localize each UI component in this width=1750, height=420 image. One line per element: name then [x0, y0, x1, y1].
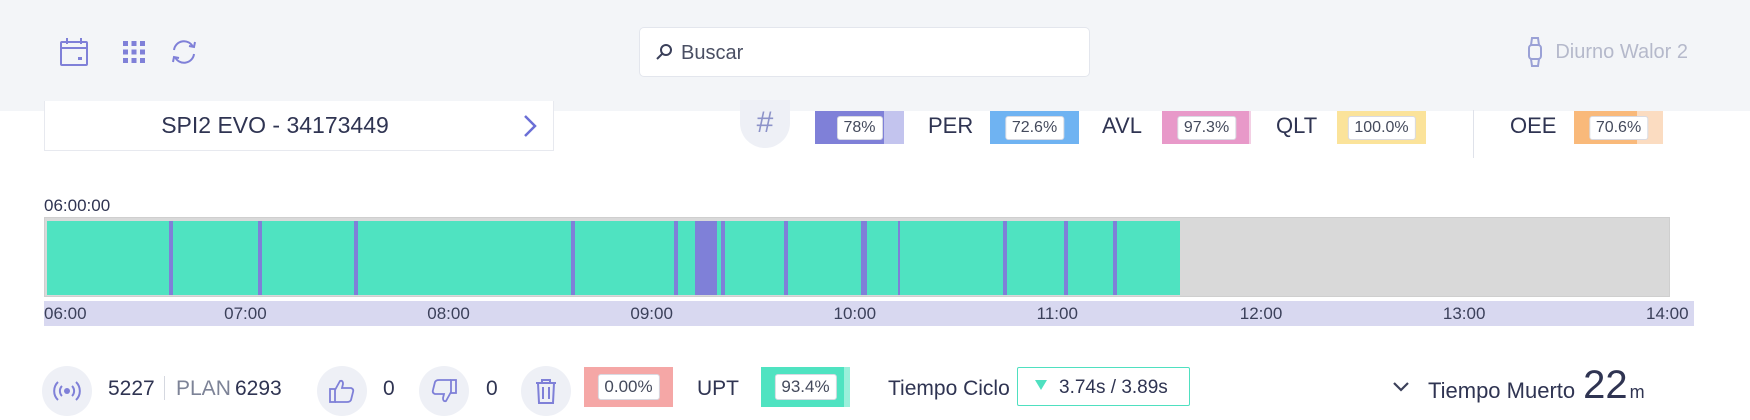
timeline-segment-run[interactable] [172, 221, 259, 295]
search-icon [656, 44, 672, 60]
upt-value: 93.4% [774, 374, 837, 400]
kpi-value: 100.0% [1347, 115, 1416, 140]
produced-count: 5227 [108, 377, 155, 400]
timeline-segment-run[interactable] [1116, 221, 1180, 295]
grid-icon[interactable] [118, 36, 150, 68]
timeline-tick-label: 11:00 [1036, 304, 1078, 323]
kpi-bar-per: 72.6% [990, 111, 1079, 144]
kpi-label-avl: AVL [1102, 113, 1142, 138]
dead-time-unit: m [1629, 382, 1645, 402]
upt-pill: 93.4% [761, 367, 850, 407]
kpi-rest [1248, 111, 1251, 144]
kpi-bar-qlt: 100.0% [1337, 111, 1426, 144]
timeline-tick-label: 12:00 [1239, 304, 1283, 323]
user-label: Diurno Walor 2 [1555, 40, 1688, 63]
refresh-icon[interactable] [168, 36, 200, 68]
kpi-value: 97.3% [1176, 115, 1237, 140]
bad-count: 0 [486, 377, 498, 400]
timeline-segment-run[interactable] [357, 221, 571, 295]
cycle-time-box: 3.74s / 3.89s [1017, 367, 1190, 406]
timeline-tick-label: 14:00 [1646, 304, 1689, 323]
kpi-label-oee: OEE [1510, 113, 1557, 138]
scrap-pill: 0.00% [584, 367, 673, 407]
timeline-track[interactable] [44, 217, 1670, 297]
cycle-time-label: Tiempo Ciclo [888, 377, 1010, 400]
user-menu[interactable]: Diurno Walor 2 [1527, 36, 1688, 68]
timeline-tick-label: 10:00 [833, 304, 877, 323]
timeline-segment-stop[interactable] [694, 221, 717, 295]
chevron-right-icon[interactable] [517, 113, 541, 139]
watch-icon [1528, 37, 1543, 67]
kpi-bar-oee: 70.6% [1574, 111, 1663, 144]
hash-button[interactable]: # [740, 100, 790, 148]
hash-icon: # [756, 106, 774, 139]
thumbs-down-icon [431, 379, 457, 403]
kpi-label-qlt: QLT [1276, 113, 1318, 138]
timeline-segment-run[interactable] [678, 221, 695, 295]
kpi-value: 72.6% [1004, 115, 1065, 140]
machine-name: SPI2 EVO - 34173449 [161, 112, 389, 138]
signal-button[interactable] [42, 366, 92, 416]
search-input[interactable]: Buscar [639, 27, 1090, 77]
thumbs-down-button[interactable] [419, 366, 469, 416]
timeline-start-label: 06:00:00 [44, 196, 111, 215]
dead-time[interactable]: Tiempo Muerto 22 m [1428, 365, 1645, 411]
top-bar: Buscar Diurno Walor 2 [0, 0, 1750, 111]
timeline-tick-label: 08:00 [427, 304, 470, 323]
timeline-segment-run[interactable] [787, 221, 862, 295]
cycle-time-value: 3.74s / 3.89s [1059, 377, 1168, 398]
good-count: 0 [383, 377, 395, 400]
signal-icon [53, 381, 81, 401]
timeline-tick-label: 07:00 [224, 304, 267, 323]
trash-icon [536, 379, 556, 404]
plan-value: 6293 [235, 377, 282, 400]
kpi-bar-avl: 97.3% [1162, 111, 1251, 144]
upt-rest [844, 367, 850, 407]
chevron-down-icon[interactable] [1392, 381, 1410, 393]
kpi-label-per: PER [928, 113, 974, 138]
timeline-tick-label: 09:00 [630, 304, 673, 323]
timeline-segment-run[interactable] [867, 221, 898, 295]
timeline-segment-run[interactable] [47, 221, 169, 295]
kpi-bar-1: 78% [815, 111, 904, 144]
timeline-segment-run[interactable] [1007, 221, 1065, 295]
machine-selector[interactable]: SPI2 EVO - 34173449 [44, 101, 554, 151]
search-placeholder: Buscar [681, 42, 744, 64]
upt-label: UPT [697, 377, 739, 400]
thumbs-up-button[interactable] [317, 366, 367, 416]
kpi-divider [1473, 110, 1474, 158]
timeline-tick-label: 13:00 [1442, 304, 1486, 323]
calendar-icon[interactable] [58, 36, 90, 68]
triangle-down-icon [1035, 380, 1047, 390]
scrap-value: 0.00% [597, 374, 660, 400]
kpi-rest [884, 111, 904, 144]
kpi-value: 78% [836, 115, 883, 140]
timeline-segment-run[interactable] [1068, 221, 1113, 295]
stat-divider [164, 376, 165, 400]
plan-label: PLAN [176, 377, 231, 400]
timeline-segment-run[interactable] [574, 221, 675, 295]
thumbs-up-icon [329, 379, 355, 403]
kpi-value: 70.6% [1588, 115, 1649, 140]
timeline-segment-run[interactable] [262, 221, 354, 295]
timeline-tick-label: 06:00 [44, 304, 87, 323]
dead-time-label: Tiempo Muerto [1428, 378, 1576, 403]
dead-time-value: 22 [1583, 363, 1628, 407]
timeline-segment-run[interactable] [899, 221, 1004, 295]
timeline-segment-run[interactable] [725, 221, 784, 295]
trash-button[interactable] [521, 366, 571, 416]
